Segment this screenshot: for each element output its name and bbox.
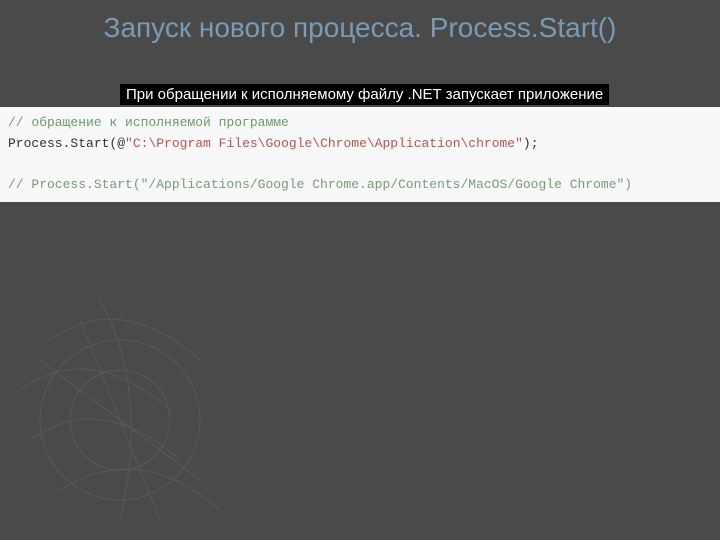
code-comment-line4: // Process.Start("/Applications/Google C…: [8, 177, 632, 192]
background-decoration: [0, 240, 350, 540]
subtitle-box: При обращении к исполняемому файлу .NET …: [120, 84, 609, 105]
code-string-literal: "C:\Program Files\Google\Chrome\Applicat…: [125, 136, 523, 151]
code-paren-close: );: [523, 136, 539, 151]
code-method-call: Process.Start: [8, 136, 109, 151]
code-comment-line1: // обращение к исполняемой программе: [8, 115, 289, 130]
slide-title: Запуск нового процесса. Process.Start(): [0, 0, 720, 84]
code-at-symbol: @: [117, 136, 125, 151]
code-block: // обращение к исполняемой программе Pro…: [0, 107, 720, 202]
slide-container: Запуск нового процесса. Process.Start() …: [0, 0, 720, 540]
